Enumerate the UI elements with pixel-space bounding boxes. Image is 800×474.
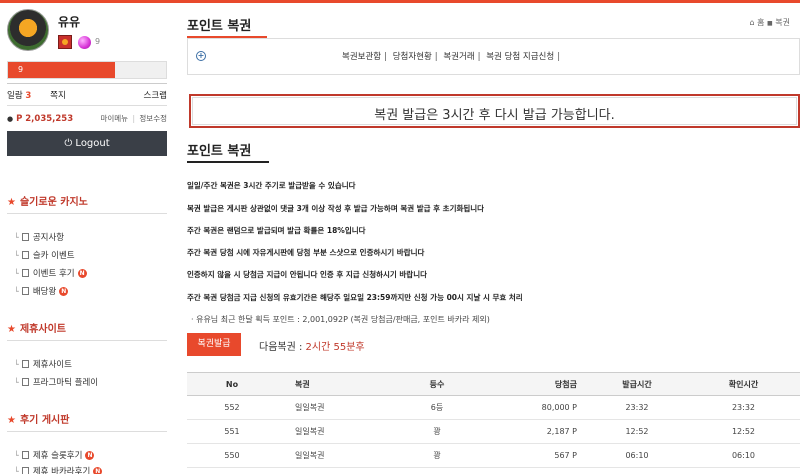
username[interactable]: 유유 xyxy=(58,13,80,30)
lottery-table: No 복권 등수 당첨금 발급시간 확인시간 552 일일복권 6등 80,00… xyxy=(187,372,800,468)
col-issued: 발급시간 xyxy=(587,372,687,396)
new-badge: N xyxy=(59,286,69,296)
col-no: No xyxy=(187,372,277,396)
doc-icon xyxy=(21,269,29,277)
divider xyxy=(7,340,167,341)
table-row[interactable]: 552 일일복권 6등 80,000 P 23:32 23:32 xyxy=(187,395,800,420)
logout-button[interactable]: ⏻ Logout xyxy=(7,131,167,156)
info-line-3: 주간 복권은 랜덤으로 발급되며 발급 확률은 18%입니다 xyxy=(187,226,366,235)
section-underline xyxy=(187,161,269,163)
plus-circle-icon[interactable]: + xyxy=(196,51,206,61)
doc-icon xyxy=(21,467,29,474)
info-line-6: 주간 복권 당첨금 지급 신청의 유효기간은 해당주 일요일 23:59까지만 … xyxy=(187,293,523,302)
table-row[interactable]: 550 일일복권 꽝 567 P 06:10 06:10 xyxy=(187,443,800,468)
sidebar-item-baccarat-review[interactable]: └ 제휴 바카라후기 N xyxy=(14,465,103,474)
doc-icon xyxy=(21,360,29,368)
tab-payout-request[interactable]: 복권 당첨 지급신청 xyxy=(486,52,554,62)
doc-icon xyxy=(21,378,29,386)
lock-icon: ● xyxy=(7,114,14,123)
note-link[interactable]: 쪽지 xyxy=(50,89,66,101)
xp-bar: 9 xyxy=(7,61,167,79)
sidebar: 유유 9 9 일람 3 쪽지 스크랩 ● P 2,035,253 마이메뉴 | … xyxy=(0,3,177,474)
doc-icon xyxy=(21,287,29,295)
sidebar-item-slot-review[interactable]: └ 제휴 슬롯후기 N xyxy=(14,449,95,461)
power-icon: ⏻ xyxy=(64,138,73,149)
square-icon: ■ xyxy=(767,20,773,27)
section-title-review: ★ 후기 게시판 xyxy=(7,415,70,426)
breadcrumb-home[interactable]: 홈 xyxy=(757,18,764,27)
stat-row: 일람 3 쪽지 스크랩 xyxy=(7,89,167,101)
next-lottery: 다음복권 : 2시간 55분후 xyxy=(259,342,365,353)
col-checked: 확인시간 xyxy=(687,372,800,396)
points-notice: · 유유님 최근 한달 획득 포인트 : 2,001,092P (복권 당첨금/… xyxy=(191,315,490,324)
sidebar-item-partner-site[interactable]: └ 제휴사이트 xyxy=(14,358,72,371)
divider xyxy=(7,105,167,106)
point-row: ● P 2,035,253 마이메뉴 | 정보수정 xyxy=(7,113,167,124)
avatar[interactable] xyxy=(7,9,49,51)
page-title: 포인트 복권 xyxy=(187,19,252,34)
tab-lottery-box[interactable]: 복권보관함 xyxy=(342,52,381,62)
sidebar-item-notice[interactable]: └ 공지사항 xyxy=(14,231,64,244)
tab-lottery-trade[interactable]: 복권거래 xyxy=(443,52,474,62)
divider xyxy=(7,83,167,84)
xp-fill: 9 xyxy=(8,62,116,78)
section-title: 포인트 복권 xyxy=(187,144,252,159)
table-header-row: No 복권 등수 당첨금 발급시간 확인시간 xyxy=(187,372,800,396)
info-line-4: 주간 복권 당첨 시에 자유게시판에 당첨 부분 스샷으로 인증하시기 바랍니다 xyxy=(187,248,425,257)
new-badge: N xyxy=(77,268,87,278)
info-line-2: 복권 발급은 게시판 상관없이 댓글 3개 이상 작성 후 발급 가능하며 복권… xyxy=(187,204,485,213)
next-lottery-time: 2시간 55분후 xyxy=(305,342,365,353)
main-content: 포인트 복권 ⌂ 홈 ■ 복권 + 복권보관함 | 당첨자현황 | 복권거래 | 복권… xyxy=(177,3,800,474)
new-badge: N xyxy=(85,450,95,460)
col-lottery: 복권 xyxy=(277,372,397,396)
info-line-1: 일일/주간 복권은 3시간 주기로 발급받을 수 있습니다 xyxy=(187,181,356,190)
points-value: ● P 2,035,253 xyxy=(7,113,74,124)
level-ball-icon xyxy=(78,36,91,49)
sidebar-item-pragmatic[interactable]: └ 프라그마틱 플레이 xyxy=(14,376,98,389)
home-icon: ⌂ xyxy=(749,18,755,27)
info-edit-link[interactable]: 정보수정 xyxy=(139,114,167,123)
attendance-link[interactable]: 일람 3 xyxy=(7,89,31,101)
col-rank: 등수 xyxy=(397,372,477,396)
subnav-box: + 복권보관함 | 당첨자현황 | 복권거래 | 복권 당첨 지급신청 | xyxy=(187,39,800,75)
divider xyxy=(7,213,167,214)
breadcrumb-current[interactable]: 복권 xyxy=(775,18,790,27)
alert-box: 복권 발급은 3시간 후 다시 발급 가능합니다. xyxy=(189,94,800,128)
star-icon: ★ xyxy=(7,197,16,208)
doc-icon xyxy=(21,251,29,259)
tiger-badge-icon xyxy=(58,35,72,49)
subnav: 복권보관함 | 당첨자현황 | 복권거래 | 복권 당첨 지급신청 | xyxy=(342,52,561,62)
sidebar-item-event-review[interactable]: └ 이벤트 후기 N xyxy=(14,267,87,279)
doc-icon xyxy=(21,233,29,241)
attendance-count: 3 xyxy=(25,91,32,101)
section-title-casino: ★ 슬기로운 카지노 xyxy=(7,197,88,208)
mymenu-link[interactable]: 마이메뉴 xyxy=(100,114,128,123)
sidebar-item-event[interactable]: └ 슬카 이벤트 xyxy=(14,249,75,262)
sidebar-item-dividend-king[interactable]: └ 배당왕 N xyxy=(14,285,69,297)
star-icon: ★ xyxy=(7,415,16,426)
alert-text: 복권 발급은 3시간 후 다시 발급 가능합니다. xyxy=(374,108,615,123)
tab-winners[interactable]: 당첨자현황 xyxy=(393,52,432,62)
section-title-partner: ★ 제휴사이트 xyxy=(7,324,66,335)
issue-lottery-button[interactable]: 복권발급 xyxy=(187,333,241,356)
col-prize: 당첨금 xyxy=(477,372,587,396)
doc-icon xyxy=(21,451,29,459)
table-row[interactable]: 551 일일복권 꽝 2,187 P 12:52 12:52 xyxy=(187,419,800,444)
new-badge: N xyxy=(93,466,103,474)
divider xyxy=(7,431,167,432)
star-icon: ★ xyxy=(7,324,16,335)
info-line-5: 인증하지 않을 시 당첨금 지급이 안됩니다 인증 후 지급 신청하시기 바랍니… xyxy=(187,270,428,279)
breadcrumb: ⌂ 홈 ■ 복권 xyxy=(750,17,791,28)
scrap-link[interactable]: 스크랩 xyxy=(144,89,167,101)
level-number: 9 xyxy=(95,37,101,46)
